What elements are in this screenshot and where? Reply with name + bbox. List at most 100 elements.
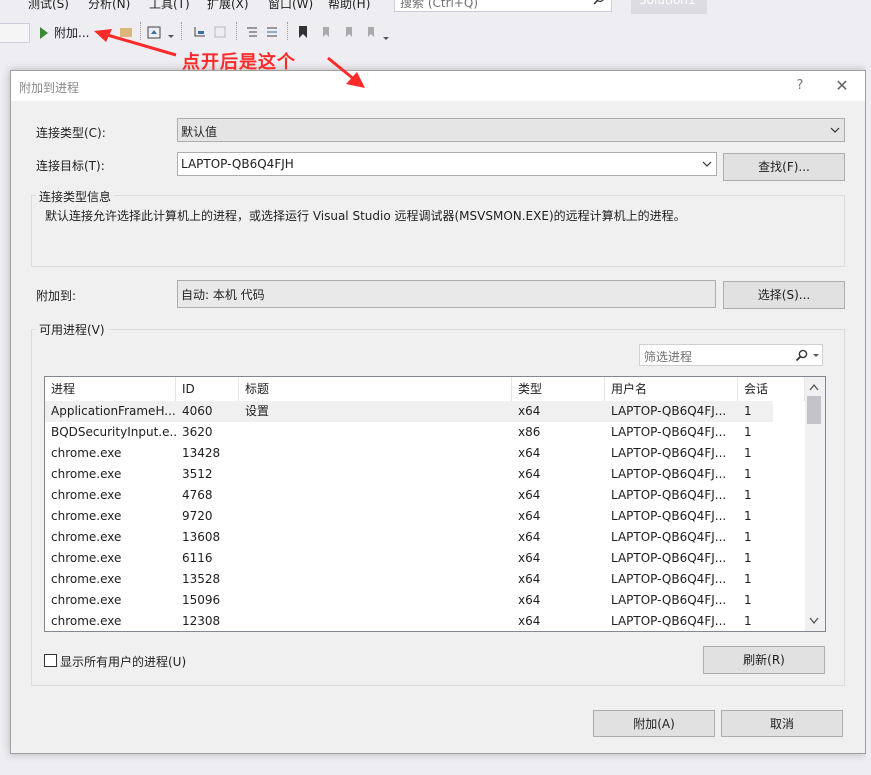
solution-name: Solution1: [631, 0, 707, 14]
process-id-cell: 9720: [182, 509, 213, 523]
dialog-titlebar[interactable]: 附加到进程 ? ✕: [11, 71, 865, 101]
process-name-cell: ApplicationFrameH...: [51, 404, 176, 418]
menu-window[interactable]: 窗口(W): [268, 0, 313, 12]
toolbar-overflow-icon[interactable]: [381, 30, 391, 46]
refresh-button[interactable]: 刷新(R): [703, 646, 825, 674]
show-all-users-checkbox[interactable]: [44, 654, 57, 667]
process-type-cell: x64: [518, 404, 541, 418]
table-row[interactable]: chrome.exe 12308 x64 LAPTOP-QB6Q4FJ... 1: [45, 611, 773, 631]
table-row[interactable]: BQDSecurityInput.e... 3620 x86 LAPTOP-QB6Q4…: [45, 422, 773, 443]
process-title-cell: [239, 611, 512, 631]
attach-to-label: 附加到:: [36, 289, 77, 303]
table-row[interactable]: chrome.exe 3512 x64 LAPTOP-QB6Q4FJ... 1: [45, 464, 773, 485]
step-icon[interactable]: [192, 24, 208, 40]
find-button[interactable]: 查找(F)...: [723, 153, 845, 181]
column-header-session[interactable]: 会话: [738, 377, 805, 401]
table-row[interactable]: chrome.exe 13428 x64 LAPTOP-QB6Q4FJ... 1: [45, 443, 773, 464]
comment-icon[interactable]: [244, 24, 260, 40]
uncomment-icon[interactable]: [264, 24, 280, 40]
process-user-cell: LAPTOP-QB6Q4FJ...: [611, 446, 727, 460]
process-type-cell: x64: [518, 446, 541, 460]
column-header-id[interactable]: ID: [176, 377, 239, 401]
connection-type-info-text: 默认连接允许选择此计算机上的进程，或选择运行 Visual Studio 远程调…: [45, 209, 686, 223]
table-row[interactable]: chrome.exe 15096 x64 LAPTOP-QB6Q4FJ... 1: [45, 590, 773, 611]
annotation-text: 点开后是这个: [182, 52, 296, 73]
connection-type-select[interactable]: 默认值: [177, 118, 845, 142]
process-title-cell: [239, 464, 512, 485]
bookmark-clear-icon[interactable]: [362, 24, 378, 40]
table-row[interactable]: chrome.exe 13528 x64 LAPTOP-QB6Q4FJ... 1: [45, 569, 773, 590]
step-disabled-icon[interactable]: [212, 24, 228, 40]
menu-help[interactable]: 帮助(H): [328, 0, 370, 12]
vs-editor-edge: [866, 46, 871, 775]
table-row[interactable]: chrome.exe 4768 x64 LAPTOP-QB6Q4FJ... 1: [45, 485, 773, 506]
process-session-cell: 1: [744, 593, 752, 607]
column-header-process[interactable]: 进程: [45, 377, 176, 401]
process-id-cell: 13428: [182, 446, 221, 460]
home-icon[interactable]: [146, 24, 162, 40]
process-session-cell: 1: [744, 488, 752, 502]
process-session-cell: 1: [744, 509, 752, 523]
table-row[interactable]: chrome.exe 9720 x64 LAPTOP-QB6Q4FJ... 1: [45, 506, 773, 527]
table-row[interactable]: chrome.exe 6116 x64 LAPTOP-QB6Q4FJ... 1: [45, 548, 773, 569]
filter-processes-input[interactable]: 筛选进程: [639, 344, 823, 366]
process-user-cell: LAPTOP-QB6Q4FJ...: [611, 614, 727, 628]
process-name-cell: chrome.exe: [51, 467, 122, 481]
process-user-cell: LAPTOP-QB6Q4FJ...: [611, 572, 727, 586]
chevron-down-icon: [702, 161, 712, 167]
connection-target-value: LAPTOP-QB6Q4FJH: [181, 157, 294, 171]
toolbar-separator: [181, 22, 182, 40]
table-row[interactable]: chrome.exe 13608 x64 LAPTOP-QB6Q4FJ... 1: [45, 527, 773, 548]
select-button[interactable]: 选择(S)...: [723, 281, 845, 309]
vs-search-input[interactable]: 搜索 (Ctrl+Q): [394, 0, 612, 12]
process-session-cell: 1: [744, 530, 752, 544]
filter-placeholder: 筛选进程: [644, 350, 693, 364]
process-name-cell: BQDSecurityInput.e...: [51, 425, 176, 439]
column-header-type[interactable]: 类型: [512, 377, 605, 401]
scrollbar-thumb[interactable]: [807, 396, 821, 424]
process-title-cell: [239, 443, 512, 464]
close-button[interactable]: ✕: [831, 76, 853, 96]
folder-icon[interactable]: [118, 24, 134, 40]
help-button[interactable]: ?: [789, 76, 811, 96]
bookmark-icon[interactable]: [295, 24, 311, 40]
process-session-cell: 1: [744, 467, 752, 481]
dialog-title: 附加到进程: [19, 81, 80, 95]
config-combo[interactable]: [0, 23, 30, 43]
scroll-down-icon[interactable]: [809, 617, 819, 625]
play-icon: [40, 26, 48, 39]
column-header-username[interactable]: 用户名: [605, 377, 738, 401]
process-name-cell: chrome.exe: [51, 572, 122, 586]
attach-to-field: 自动: 本机 代码: [177, 280, 716, 308]
menu-test[interactable]: 测试(S): [28, 0, 69, 12]
scroll-up-icon[interactable]: [809, 383, 819, 391]
connection-type-info-group: [31, 195, 845, 267]
bookmark-prev-icon[interactable]: [317, 24, 333, 40]
process-title-cell: [239, 527, 512, 548]
connection-target-select[interactable]: LAPTOP-QB6Q4FJH: [177, 152, 717, 176]
cancel-button[interactable]: 取消: [721, 710, 843, 737]
process-id-cell: 4768: [182, 488, 213, 502]
attach-toolbar-button[interactable]: 附加...: [40, 24, 89, 41]
process-id-cell: 13608: [182, 530, 221, 544]
connection-type-info-title: 连接类型信息: [36, 188, 115, 205]
process-type-cell: x64: [518, 509, 541, 523]
process-session-cell: 1: [744, 404, 752, 418]
column-header-title[interactable]: 标题: [239, 377, 512, 401]
table-row[interactable]: ApplicationFrameH... 4060 设置 x64 LAPTOP-QB6Q…: [45, 401, 773, 422]
search-icon: [795, 349, 808, 362]
attach-button[interactable]: 附加(A): [593, 710, 715, 737]
menu-tools[interactable]: 工具(T): [149, 0, 190, 12]
menu-extensions[interactable]: 扩展(X): [207, 0, 249, 12]
process-list[interactable]: 进程 ID 标题 类型 用户名 会话 ApplicationFrameH... 4…: [44, 376, 826, 632]
menu-analyze[interactable]: 分析(N): [88, 0, 130, 12]
dropdown-icon[interactable]: [166, 28, 176, 44]
process-name-cell: chrome.exe: [51, 551, 122, 565]
show-all-users-label[interactable]: 显示所有用户的进程(U): [60, 653, 186, 670]
vs-menubar: 测试(S) 分析(N) 工具(T) 扩展(X) 窗口(W) 帮助(H) 搜索 (…: [0, 0, 871, 16]
filter-dropdown-icon[interactable]: [813, 354, 819, 357]
process-user-cell: LAPTOP-QB6Q4FJ...: [611, 488, 727, 502]
connection-target-label: 连接目标(T):: [36, 159, 105, 173]
bookmark-next-icon[interactable]: [340, 24, 356, 40]
process-list-scrollbar[interactable]: [805, 377, 825, 631]
